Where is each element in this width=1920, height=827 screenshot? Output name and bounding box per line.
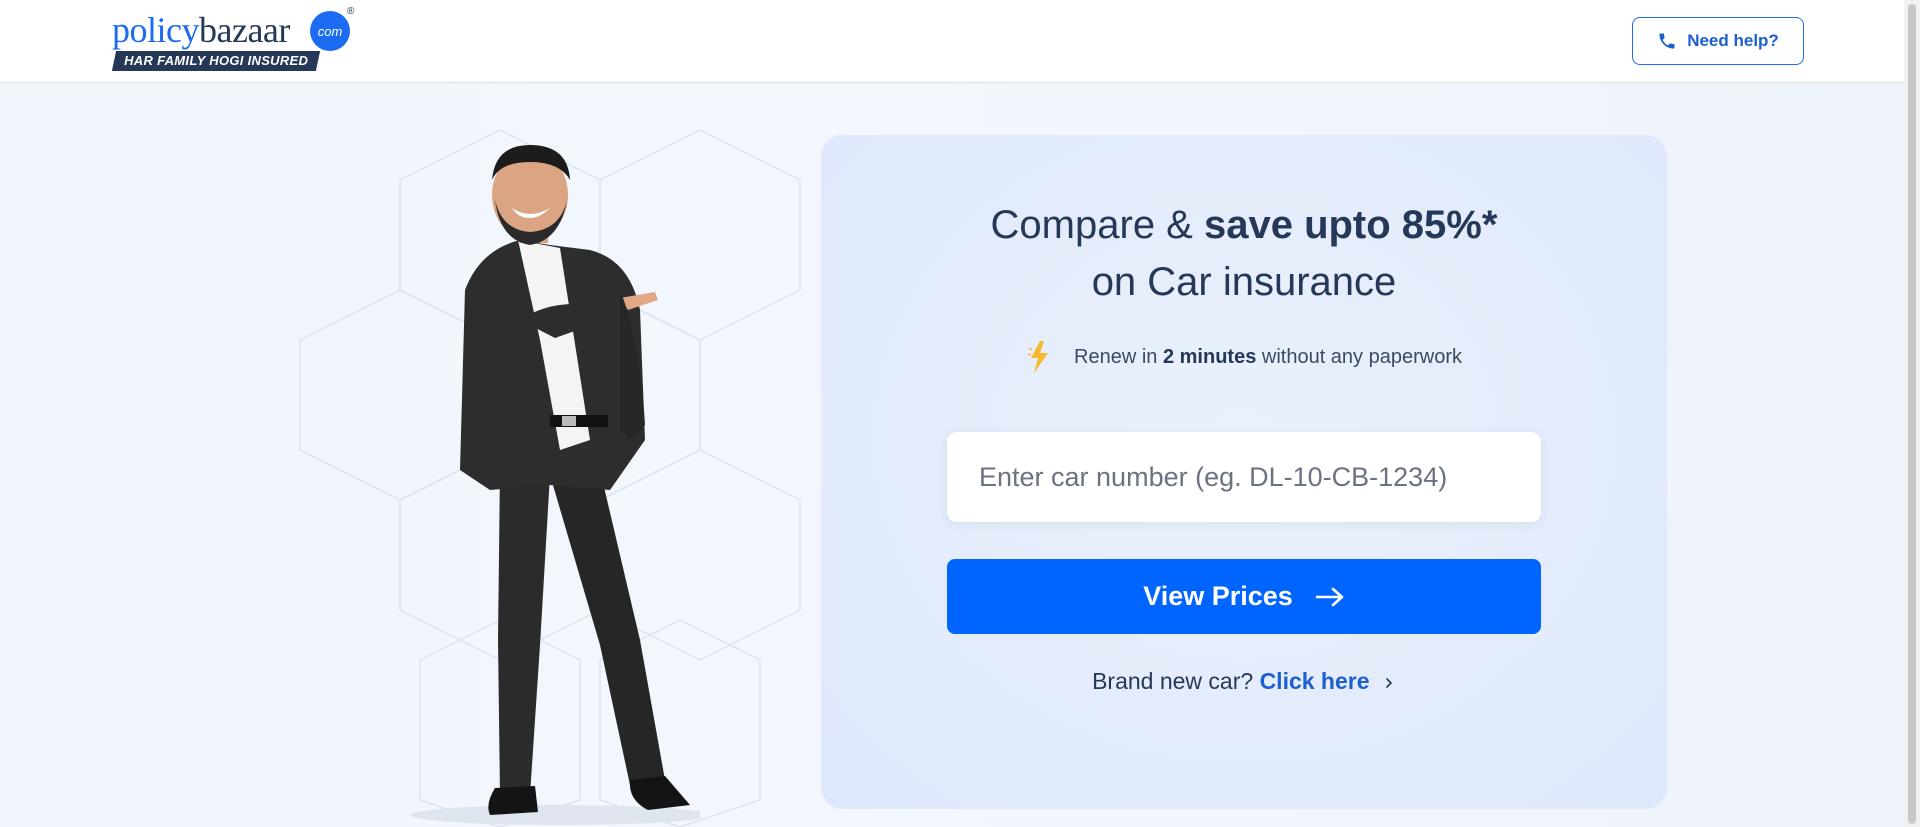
renew-bold: 2 minutes bbox=[1162, 345, 1257, 368]
view-prices-button[interactable]: View Prices bbox=[947, 559, 1541, 634]
need-help-button[interactable]: Need help? bbox=[1632, 17, 1804, 65]
renew-tagline: Renew in 2 minutes without any paperwork bbox=[821, 340, 1667, 374]
headline-prefix: Compare & bbox=[990, 203, 1204, 247]
logo-word-bazaar: bazaar bbox=[198, 10, 290, 50]
need-help-label: Need help? bbox=[1687, 31, 1779, 50]
logo-com-badge: com bbox=[310, 11, 350, 51]
scrollbar-thumb[interactable] bbox=[1908, 4, 1916, 824]
logo-word-policy: policy bbox=[112, 10, 199, 50]
chevron-right-icon[interactable] bbox=[1382, 676, 1396, 690]
logo-wordmark: policybazaar bbox=[112, 8, 290, 52]
logo-tagline: HAR FAMILY HOGI INSURED bbox=[111, 51, 321, 71]
lightning-icon bbox=[1027, 341, 1048, 373]
logo-registered-mark: ® bbox=[347, 6, 355, 17]
renew-text: Renew in 2 minutes without any paperwork bbox=[1074, 346, 1462, 369]
renew-prefix: Renew in bbox=[1074, 345, 1158, 368]
click-here-link[interactable]: Click here bbox=[1260, 668, 1370, 694]
page-scrollbar[interactable] bbox=[1904, 0, 1920, 827]
phone-icon bbox=[1659, 33, 1675, 49]
logo-tagline-text: HAR FAMILY HOGI INSURED bbox=[124, 53, 309, 68]
hero-headline: Compare & save upto 85%* on Car insuranc… bbox=[821, 197, 1667, 311]
headline-line2: on Car insurance bbox=[1091, 260, 1397, 304]
site-header: policybazaar com ® HAR FAMILY HOGI INSUR… bbox=[0, 0, 1920, 83]
quote-card: Compare & save upto 85%* on Car insuranc… bbox=[821, 135, 1667, 809]
car-number-input[interactable] bbox=[947, 432, 1541, 522]
brand-new-car-row: Brand new car? Click here bbox=[821, 668, 1667, 695]
brand-ambassador-image bbox=[410, 145, 700, 825]
arrow-right-icon bbox=[1315, 587, 1344, 606]
policybazaar-logo[interactable]: policybazaar com ® HAR FAMILY HOGI INSUR… bbox=[111, 6, 355, 72]
headline-highlight: save upto 85%* bbox=[1203, 203, 1498, 247]
renew-suffix: without any paperwork bbox=[1261, 345, 1462, 368]
view-prices-label: View Prices bbox=[1143, 581, 1293, 611]
brand-new-text: Brand new car? bbox=[1092, 668, 1254, 694]
